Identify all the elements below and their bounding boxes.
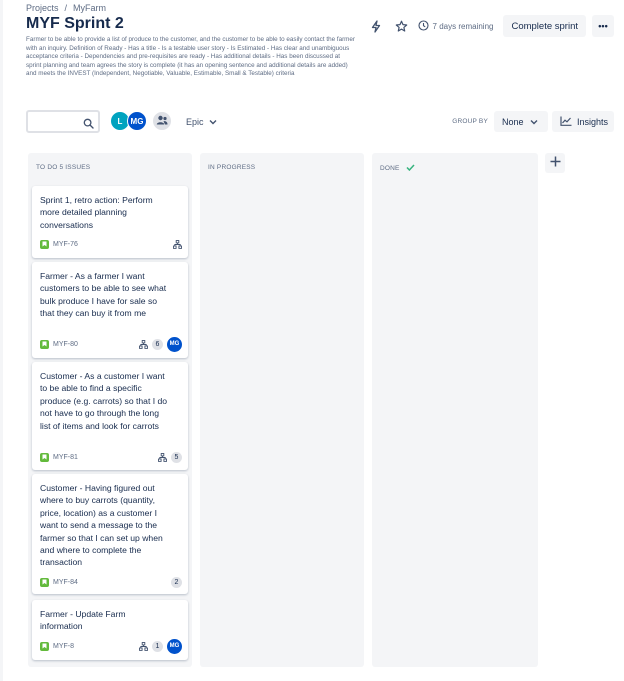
- insights-label: Insights: [577, 116, 609, 127]
- epic-filter-button[interactable]: Epic: [186, 112, 217, 132]
- column-in-progress: IN PROGRESS: [200, 153, 364, 667]
- complete-sprint-button[interactable]: Complete sprint: [503, 15, 586, 37]
- subtasks-icon: [173, 239, 182, 249]
- card-summary: Farmer - Update Farm information: [40, 609, 126, 632]
- check-icon: [406, 164, 415, 173]
- avatar-mg[interactable]: MG: [127, 111, 147, 131]
- card-footer: MYF-84 2: [40, 575, 182, 589]
- issue-key[interactable]: MYF-84: [53, 579, 78, 586]
- story-icon: [40, 239, 49, 249]
- subtasks-icon: [158, 452, 167, 462]
- column-header-done: DONE: [380, 164, 415, 173]
- issue-card[interactable]: Customer - As a customer I want to be ab…: [32, 362, 188, 470]
- issue-card[interactable]: Sprint 1, retro action: Perform more det…: [32, 186, 188, 258]
- issue-card[interactable]: Farmer - As a farmer I want customers to…: [32, 262, 188, 358]
- subtasks-icon: [139, 339, 148, 349]
- column-header: TO DO 5 ISSUES: [36, 164, 91, 171]
- card-meta: 5: [158, 451, 182, 463]
- insights-button[interactable]: Insights: [552, 111, 614, 132]
- breadcrumb: Projects / MyFarm: [26, 3, 106, 13]
- more-icon: •••: [598, 21, 608, 31]
- breadcrumb-projects[interactable]: Projects: [26, 3, 59, 13]
- sidebar-edge: [0, 0, 3, 681]
- breadcrumb-myfarm[interactable]: MyFarm: [73, 3, 106, 13]
- subtasks-icon: [139, 641, 148, 651]
- card-footer: MYF-81 5: [40, 450, 182, 464]
- group-by-value: None: [502, 116, 524, 127]
- issue-key[interactable]: MYF-80: [53, 341, 78, 348]
- card-footer: MYF-76: [40, 237, 182, 251]
- column-done: DONE: [372, 153, 538, 667]
- more-actions-button[interactable]: •••: [592, 15, 614, 37]
- issue-key[interactable]: MYF-76: [53, 241, 78, 248]
- card-summary: Customer - Having figured out where to b…: [40, 483, 163, 568]
- card-footer: MYF-8 1 MG: [40, 638, 182, 654]
- breadcrumb-separator: /: [64, 3, 68, 13]
- story-points-badge: 2: [171, 576, 182, 588]
- insights-icon: [560, 116, 572, 128]
- story-icon: [40, 577, 49, 587]
- assignee-filter: L MG: [110, 111, 172, 131]
- issue-card[interactable]: Farmer - Update Farm information MYF-8 1…: [32, 600, 188, 660]
- card-meta: 1 MG: [139, 638, 182, 654]
- add-people-icon: [156, 115, 168, 127]
- column-todo: TO DO 5 ISSUES Sprint 1, retro action: P…: [28, 153, 192, 667]
- story-icon: [40, 641, 49, 651]
- chevron-down-icon: [530, 117, 538, 127]
- search-icon: [83, 116, 94, 129]
- card-summary: Farmer - As a farmer I want customers to…: [40, 271, 167, 319]
- clock-icon: [417, 19, 429, 33]
- card-meta: 2: [171, 576, 182, 588]
- search-box: [26, 110, 100, 133]
- column-header-label: DONE: [380, 165, 400, 172]
- lightning-icon[interactable]: [366, 16, 386, 36]
- epic-filter-label: Epic: [186, 117, 204, 127]
- column-header: IN PROGRESS: [208, 164, 256, 171]
- add-people-button[interactable]: [152, 111, 172, 131]
- story-icon: [40, 452, 49, 462]
- sprint-goal: Farmer to be able to provide a list of p…: [26, 36, 356, 77]
- search-input[interactable]: [31, 113, 83, 132]
- star-icon[interactable]: [392, 16, 412, 36]
- days-remaining-text: 7 days remaining: [432, 21, 494, 31]
- card-footer: MYF-80 6 MG: [40, 336, 182, 352]
- assignee-avatar[interactable]: MG: [167, 638, 182, 654]
- issue-key[interactable]: MYF-81: [53, 454, 78, 461]
- story-points-badge: 1: [152, 640, 163, 652]
- story-points-badge: 6: [152, 338, 163, 350]
- header-actions: 7 days remaining Complete sprint •••: [366, 15, 614, 37]
- card-summary: Customer - As a customer I want to be ab…: [40, 371, 168, 431]
- issue-key[interactable]: MYF-8: [53, 643, 74, 650]
- card-meta: 6 MG: [139, 336, 182, 352]
- board-toolbar: L MG Epic GROUP BY None Insights: [26, 110, 614, 134]
- card-summary: Sprint 1, retro action: Perform more det…: [40, 195, 153, 230]
- card-meta: [173, 239, 182, 249]
- add-column-button[interactable]: [545, 153, 565, 173]
- chevron-down-icon: [209, 117, 217, 127]
- group-by-select[interactable]: None: [494, 111, 548, 132]
- story-points-badge: 5: [171, 451, 182, 463]
- issue-card[interactable]: Customer - Having figured out where to b…: [32, 474, 188, 594]
- plus-icon: [550, 154, 561, 172]
- assignee-avatar[interactable]: MG: [167, 336, 182, 352]
- story-icon: [40, 339, 49, 349]
- group-by-label: GROUP BY: [452, 118, 488, 125]
- days-remaining: 7 days remaining: [417, 19, 494, 33]
- page-title: MYF Sprint 2: [26, 15, 124, 32]
